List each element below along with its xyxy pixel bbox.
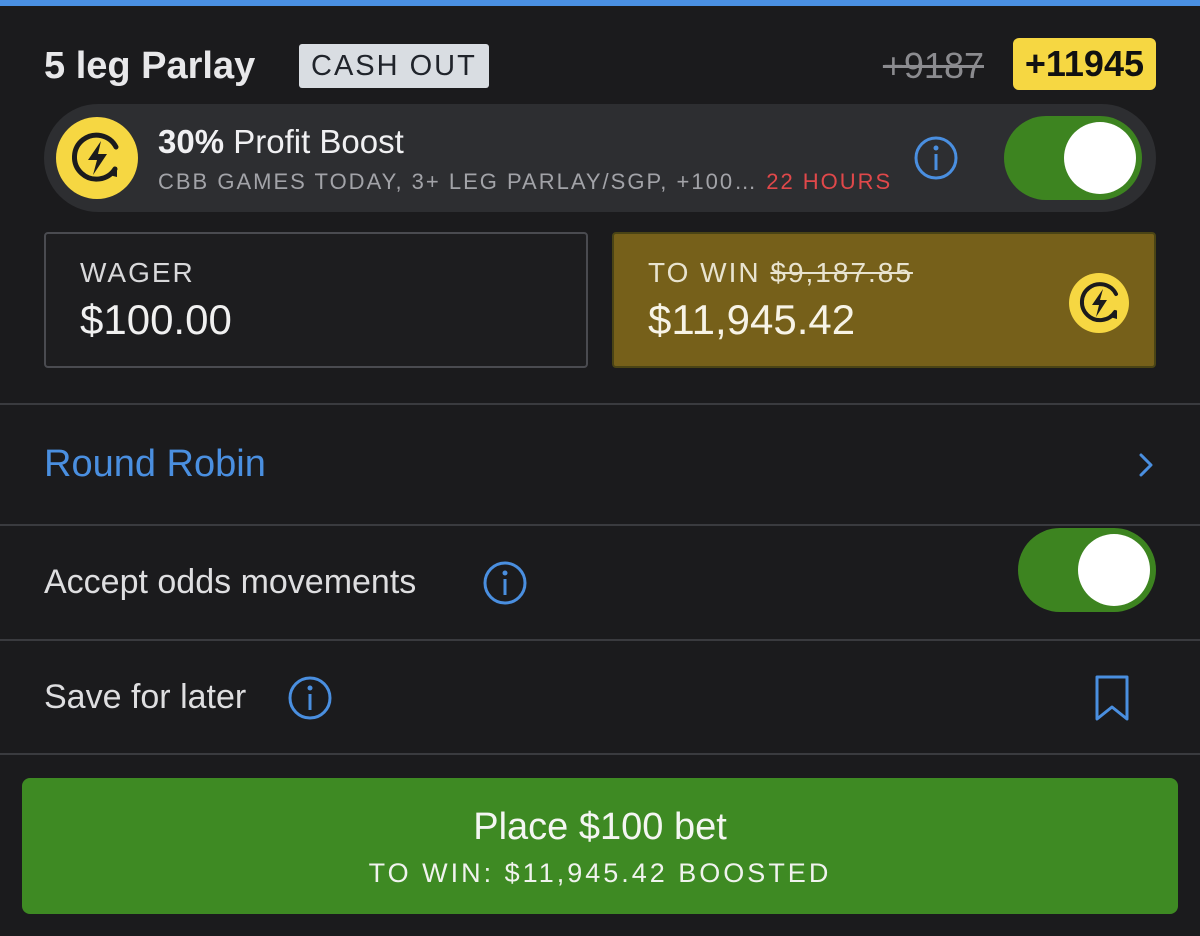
info-icon[interactable] xyxy=(288,676,332,720)
place-bet-sublabel: TO WIN: $11,945.42 BOOSTED xyxy=(368,858,832,888)
original-odds: +9187 xyxy=(882,45,984,86)
to-win-box: TO WIN $9,187.85 $11,945.42 xyxy=(612,232,1156,368)
info-icon[interactable] xyxy=(483,561,527,605)
boost-title: 30% Profit Boost xyxy=(158,122,404,162)
wager-value: $100.00 xyxy=(80,296,232,343)
cashout-badge: CASH OUT xyxy=(299,44,489,88)
to-win-label: TO WIN xyxy=(648,257,761,288)
toggle-knob xyxy=(1078,534,1150,606)
info-icon[interactable] xyxy=(914,136,958,180)
wager-label: WAGER xyxy=(80,257,195,288)
boost-percent: 30% xyxy=(158,123,225,160)
profit-boost-card[interactable]: 30% Profit Boost CBB GAMES TODAY, 3+ LEG… xyxy=(44,104,1156,212)
round-robin-link[interactable]: Round Robin xyxy=(44,442,266,486)
to-win-label-row: TO WIN $9,187.85 xyxy=(648,256,913,290)
parlay-title: 5 leg Parlay xyxy=(44,45,256,87)
to-win-original: $9,187.85 xyxy=(770,257,913,288)
accept-odds-label: Accept odds movements xyxy=(44,563,417,601)
lightning-refresh-icon xyxy=(56,117,138,199)
top-accent-bar xyxy=(0,0,1200,6)
bookmark-icon[interactable] xyxy=(1094,674,1130,722)
to-win-value: $11,945.42 xyxy=(648,296,856,343)
save-later-label: Save for later xyxy=(44,678,247,716)
boost-terms: CBB GAMES TODAY, 3+ LEG PARLAY/SGP, +100… xyxy=(158,169,759,194)
divider xyxy=(0,753,1200,755)
boost-label: Profit Boost xyxy=(224,123,404,160)
lightning-refresh-icon xyxy=(1066,270,1132,336)
bet-header: 5 leg Parlay CASH OUT +9187 +11945 xyxy=(44,38,1156,92)
divider xyxy=(0,403,1200,405)
place-bet-button[interactable]: Place $100 bet TO WIN: $11,945.42 BOOSTE… xyxy=(22,778,1178,914)
boost-description: CBB GAMES TODAY, 3+ LEG PARLAY/SGP, +100… xyxy=(158,168,892,196)
toggle-knob xyxy=(1064,122,1136,194)
place-bet-label: Place $100 bet xyxy=(473,806,727,848)
boost-toggle[interactable] xyxy=(1004,116,1142,200)
boost-time-left: 22 HOURS xyxy=(766,169,893,194)
divider xyxy=(0,524,1200,526)
chevron-right-icon[interactable] xyxy=(1136,450,1156,480)
boosted-odds: +11945 xyxy=(1012,38,1156,90)
divider xyxy=(0,639,1200,641)
wager-input[interactable]: WAGER $100.00 xyxy=(44,232,588,368)
accept-odds-toggle[interactable] xyxy=(1018,528,1156,612)
